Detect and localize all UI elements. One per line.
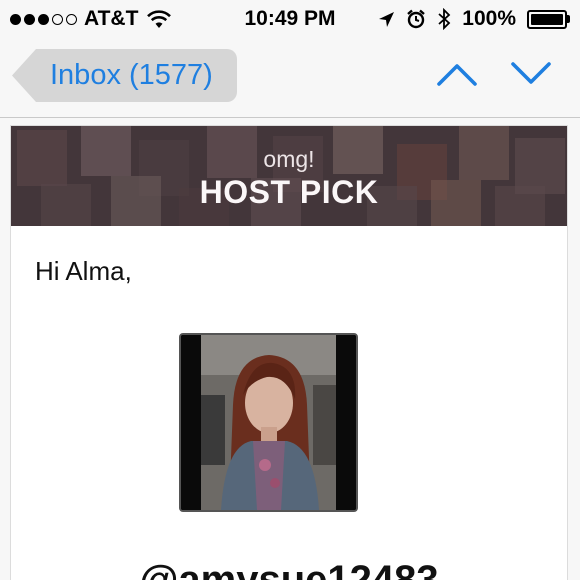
battery-icon [527,9,570,29]
back-button-label: Inbox (1577) [50,59,213,91]
location-arrow-icon [379,11,395,27]
banner-subtitle: omg! [263,146,315,172]
username-text[interactable]: @amysue12483 [11,558,567,580]
chevron-down-icon[interactable] [510,60,552,88]
chevron-up-icon[interactable] [436,60,478,88]
greeting-text: Hi Alma, [35,256,132,286]
back-to-inbox-button[interactable]: Inbox (1577) [12,49,237,102]
email-message-body: omg! HOST PICK Hi Alma, @amysue12483 [10,125,568,580]
alarm-clock-icon [407,9,426,29]
battery-percent: 100% [462,7,516,30]
banner-title: HOST PICK [199,174,379,210]
avatar-photo [181,335,356,510]
bluetooth-icon [438,8,451,30]
status-bar: AT&T 10:49 PM 100% [0,0,580,38]
mail-nav-bar: Inbox (1577) [0,38,580,118]
user-avatar[interactable] [179,333,358,512]
phone-screen: AT&T 10:49 PM 100% Inbox (1577) omg! HOS… [0,0,580,580]
host-pick-banner: omg! HOST PICK [11,126,567,226]
